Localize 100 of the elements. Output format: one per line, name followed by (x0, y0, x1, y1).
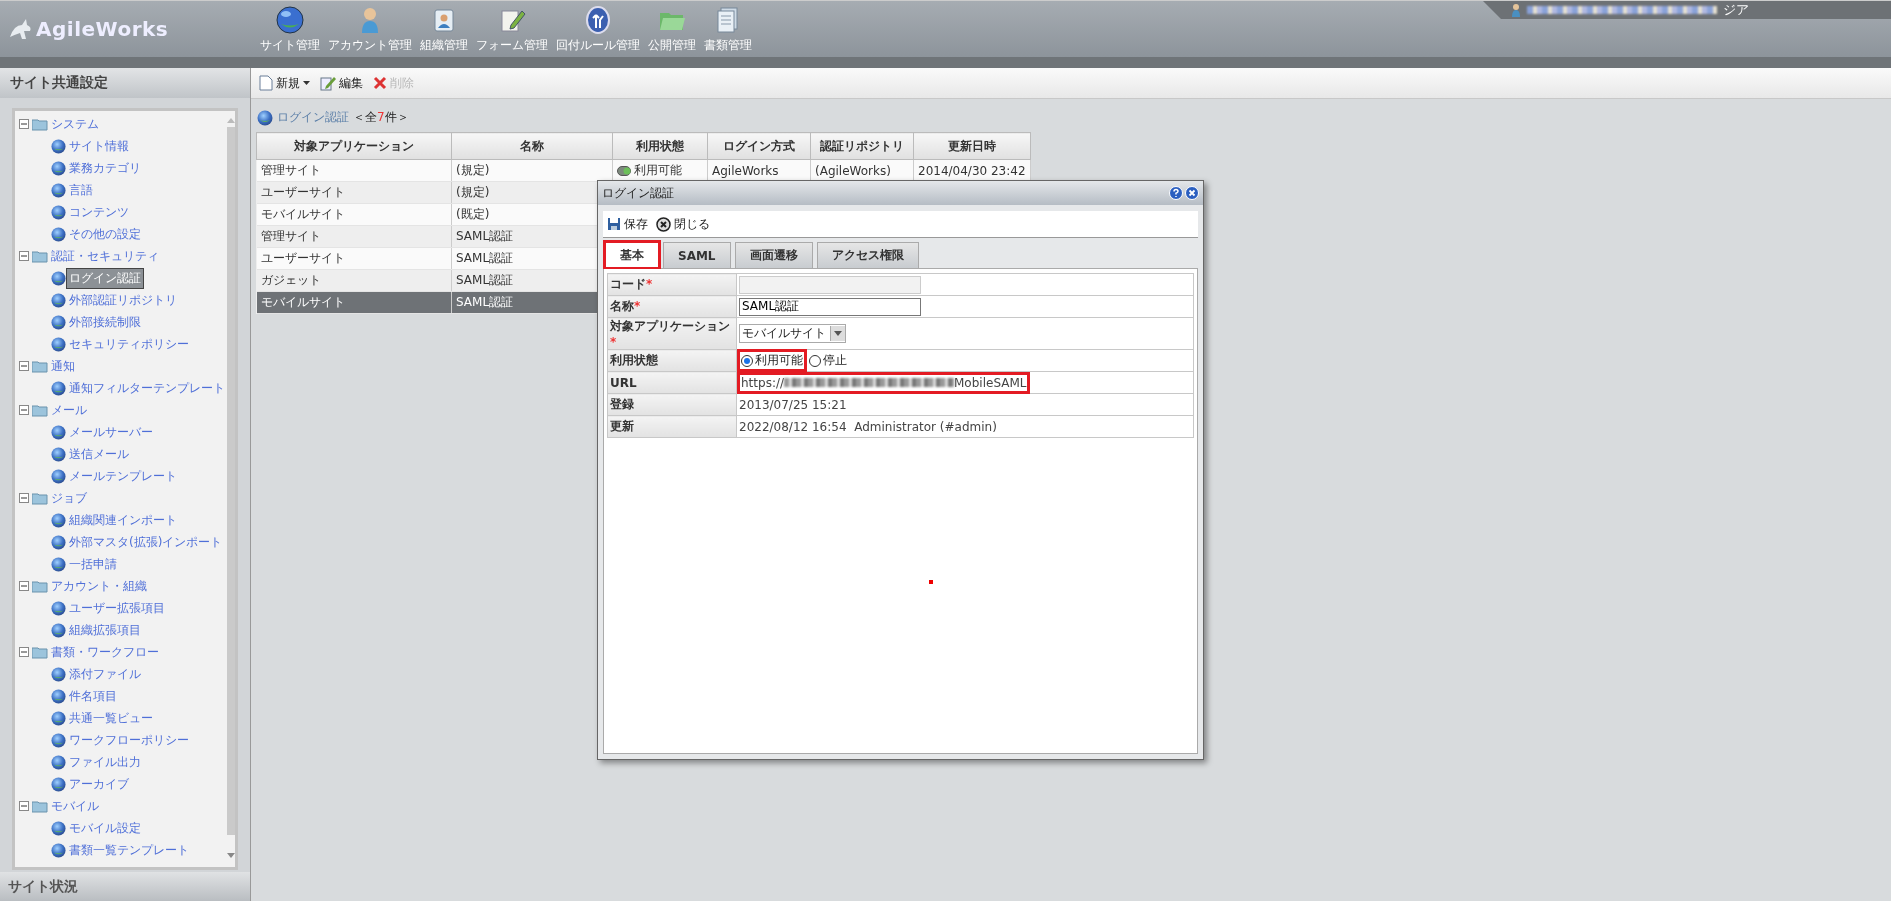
tree-item[interactable]: 一括申請 (67, 554, 119, 574)
column-header[interactable]: 名称 (451, 132, 613, 160)
folder-icon (32, 579, 48, 593)
radio-icon[interactable] (809, 354, 821, 367)
tree-item[interactable]: 組織関連インポート (67, 510, 179, 530)
table-cell: ユーザーサイト (256, 247, 452, 270)
close-icon[interactable] (1185, 186, 1199, 200)
tree-item[interactable]: 添付ファイル (67, 664, 143, 684)
text-field[interactable]: SAML認証 (739, 297, 921, 316)
tree-item[interactable]: サイト情報 (67, 136, 131, 156)
tree-item[interactable]: 外部マスタ(拡張)インポート (67, 532, 225, 552)
tab[interactable]: SAML (663, 242, 731, 268)
tree-folder[interactable]: ジョブ (51, 489, 87, 507)
tab[interactable]: アクセス権限 (816, 242, 919, 268)
tree-item[interactable]: 外部接続制限 (67, 312, 143, 332)
field-label: URL (607, 371, 737, 394)
tree-folder[interactable]: 書類・ワークフロー (51, 643, 159, 661)
collapse-icon[interactable] (19, 647, 29, 657)
nav-item[interactable]: 回付ルール管理 (554, 5, 642, 54)
collapse-icon[interactable] (19, 801, 29, 811)
globe-icon (51, 534, 66, 550)
caret-icon (834, 331, 842, 336)
route-sign-icon (583, 5, 613, 35)
nav-item[interactable]: 組織管理 (418, 5, 470, 54)
tree-item[interactable]: ファイル出力 (67, 752, 143, 772)
nav-item[interactable]: サイト管理 (258, 5, 322, 54)
tree-folder[interactable]: アカウント・組織 (51, 577, 147, 595)
collapse-icon[interactable] (19, 251, 29, 261)
tree-item[interactable]: 業務カテゴリ (67, 158, 143, 178)
url-text: https:// MobileSAML (739, 373, 1029, 392)
table-cell: モバイルサイト (256, 203, 452, 226)
tree-item[interactable]: ユーザー拡張項目 (67, 598, 167, 618)
globe-icon (51, 446, 66, 462)
globe-icon (51, 204, 66, 220)
select-field[interactable]: モバイルサイト (739, 324, 846, 343)
radio-icon[interactable] (741, 354, 753, 367)
nav-item[interactable]: 公開管理 (646, 5, 698, 54)
field-label: コード* (607, 273, 737, 296)
nav-item[interactable]: フォーム管理 (474, 5, 550, 54)
folder-icon (32, 359, 48, 373)
globe-icon (51, 380, 66, 396)
globe-icon (51, 160, 66, 176)
radio-option[interactable]: 停止 (807, 351, 849, 370)
table-cell: ユーザーサイト (256, 181, 452, 204)
tree-folder[interactable]: モバイル (51, 797, 99, 815)
tree-item[interactable]: アーカイブ (67, 774, 131, 794)
collapse-icon[interactable] (19, 405, 29, 415)
tab[interactable]: 基本 (605, 242, 659, 268)
nav-item[interactable]: 書類管理 (702, 5, 754, 54)
column-header[interactable]: 認証リポジトリ (810, 132, 914, 160)
tree-item[interactable]: セキュリティポリシー (67, 334, 191, 354)
toolbar-button[interactable]: 閉じる (656, 215, 710, 233)
table-cell: (規定) (451, 159, 613, 182)
tree-item[interactable]: モバイル設定 (67, 818, 143, 838)
tree-folder[interactable]: システム (51, 115, 99, 133)
tree-item[interactable]: 件名項目 (67, 686, 119, 706)
collapse-icon[interactable] (19, 119, 29, 129)
tree-item[interactable]: 共通一覧ビュー (67, 708, 155, 728)
radio-option[interactable]: 利用可能 (739, 351, 805, 370)
tree-folder[interactable]: 通知 (51, 357, 75, 375)
help-icon[interactable] (1169, 186, 1183, 200)
globe-icon (51, 820, 66, 836)
globe-icon (51, 622, 66, 638)
page-title-link[interactable]: ログイン認証 (277, 109, 349, 126)
tree-item[interactable]: 送信メール (67, 444, 131, 464)
tree-item[interactable]: 言語 (67, 180, 95, 200)
tree-folder[interactable]: 認証・セキュリティ (51, 247, 159, 265)
field-label: 名称* (607, 295, 737, 318)
collapse-icon[interactable] (19, 581, 29, 591)
globe-icon (257, 109, 273, 126)
globe-icon (51, 138, 66, 154)
column-header[interactable]: 利用状態 (612, 132, 708, 160)
toolbar-button[interactable]: 編集 (320, 74, 363, 92)
globe-icon (51, 556, 66, 572)
tree-item[interactable]: その他の設定 (67, 224, 143, 244)
status-icon (617, 165, 631, 176)
tree-item[interactable]: 書類一覧テンプレート (67, 840, 191, 860)
globe-icon (51, 776, 66, 792)
column-header[interactable]: 対象アプリケーション (256, 132, 452, 160)
collapse-icon[interactable] (19, 361, 29, 371)
tree-folder[interactable]: メール (51, 401, 87, 419)
tab[interactable]: 画面遷移 (734, 242, 813, 268)
column-header[interactable]: 更新日時 (913, 132, 1031, 160)
record-count: ＜全7件＞ (353, 109, 409, 126)
user-menu-text[interactable]: ジア (1723, 1, 1749, 19)
tree-item[interactable]: 組織拡張項目 (67, 620, 143, 640)
toolbar-button[interactable]: 新規 (259, 74, 310, 92)
tree-item[interactable]: 外部認証リポジトリ (67, 290, 179, 310)
tree-item[interactable]: ログイン認証 (67, 268, 143, 288)
tree-item[interactable]: コンテンツ (67, 202, 131, 222)
globe-icon (51, 710, 66, 726)
tree-item[interactable]: ワークフローポリシー (67, 730, 191, 750)
tree-item[interactable]: メールサーバー (67, 422, 155, 442)
tree-item[interactable]: メールテンプレート (67, 466, 179, 486)
column-header[interactable]: ログイン方式 (707, 132, 811, 160)
tree-item[interactable]: 通知フィルターテンプレート (67, 378, 227, 398)
scroll-down-icon[interactable] (227, 853, 235, 859)
nav-item[interactable]: アカウント管理 (326, 5, 414, 54)
globe-icon (51, 314, 66, 330)
collapse-icon[interactable] (19, 493, 29, 503)
